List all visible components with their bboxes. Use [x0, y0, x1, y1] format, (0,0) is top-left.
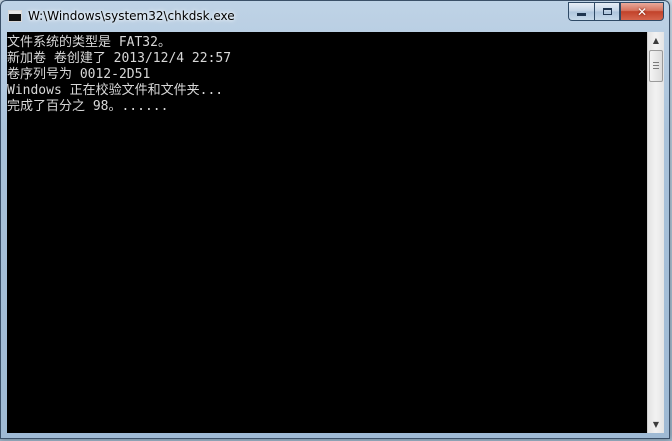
chevron-up-icon: ▲	[652, 36, 660, 45]
console-window: W:\Windows\system32\chkdsk.exe ✕ 文件系统的类型…	[0, 0, 670, 439]
console-line-progress: 完成了百分之 98。......	[7, 99, 169, 114]
console-lines: 文件系统的类型是 FAT32。 新加卷 卷创建了 2013/12/4 22:57…	[7, 35, 231, 115]
thumb-grip	[653, 65, 659, 66]
title-bar[interactable]: W:\Windows\system32\chkdsk.exe ✕	[1, 1, 669, 31]
thumb-grip	[653, 62, 659, 63]
console-output[interactable]: 文件系统的类型是 FAT32。 新加卷 卷创建了 2013/12/4 22:57…	[7, 32, 647, 433]
scroll-up-button[interactable]: ▲	[648, 32, 664, 49]
close-icon: ✕	[636, 4, 648, 19]
vertical-scrollbar[interactable]: ▲ ▼	[647, 32, 664, 433]
thumb-grip	[653, 68, 659, 69]
close-button[interactable]: ✕	[620, 2, 664, 21]
minimize-button[interactable]	[568, 2, 594, 21]
console-line-volume-created: 新加卷 卷创建了 2013/12/4 22:57	[7, 51, 232, 66]
caption-buttons: ✕	[568, 2, 664, 22]
console-line-verifying: Windows 正在校验文件和文件夹...	[7, 83, 224, 98]
chevron-down-icon: ▼	[652, 420, 660, 429]
scroll-thumb[interactable]	[649, 50, 663, 82]
scroll-down-button[interactable]: ▼	[648, 416, 664, 433]
console-line-serial-number: 卷序列号为 0012-2D51	[7, 67, 151, 82]
console-line-filesystem: 文件系统的类型是 FAT32。	[7, 35, 171, 50]
maximize-button[interactable]	[594, 2, 620, 21]
minimize-icon	[577, 13, 586, 16]
window-title: W:\Windows\system32\chkdsk.exe	[28, 9, 235, 23]
maximize-icon	[602, 8, 612, 15]
console-app-icon[interactable]	[8, 10, 22, 22]
